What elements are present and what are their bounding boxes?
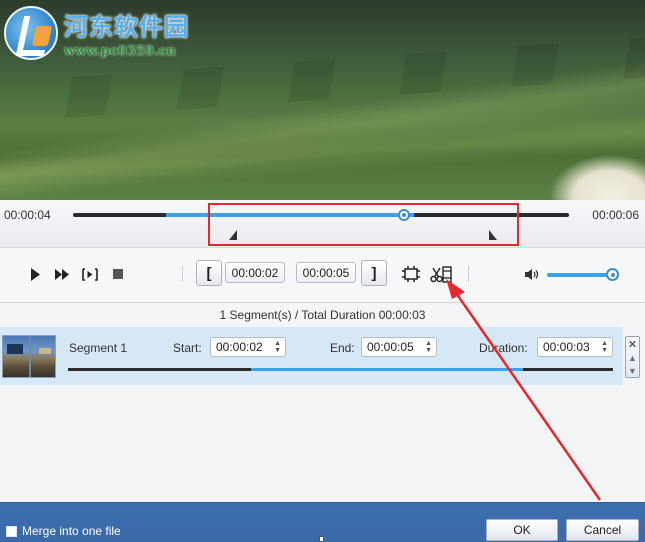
- end-label: End:: [330, 341, 355, 355]
- fast-forward-button[interactable]: [54, 264, 70, 284]
- play-button[interactable]: [28, 264, 42, 284]
- playback-controls: [ 00:00:02 00:00:05 ]: [0, 248, 645, 303]
- stop-button[interactable]: [112, 264, 124, 284]
- total-time: 00:00:06: [592, 208, 639, 222]
- set-start-button[interactable]: [: [196, 260, 222, 286]
- start-time-field[interactable]: 00:00:02: [225, 262, 285, 283]
- end-time-field[interactable]: 00:00:05: [296, 262, 356, 283]
- separator: [182, 266, 183, 282]
- spinner-arrows-icon[interactable]: ▲ ▼: [601, 340, 608, 354]
- frame-step-icon: [82, 267, 98, 281]
- watermark-title: 河东软件园: [64, 12, 189, 41]
- split-button[interactable]: [429, 264, 453, 284]
- volume-button[interactable]: [523, 264, 541, 284]
- add-segment-icon: [402, 266, 420, 282]
- segment-summary: 1 Segment(s) / Total Duration 00:00:03: [0, 303, 645, 327]
- merge-checkbox[interactable]: [6, 525, 17, 537]
- move-down-icon[interactable]: ▼: [628, 366, 637, 376]
- segment-track-selection: [251, 368, 523, 371]
- ok-button[interactable]: OK: [486, 519, 558, 541]
- timeline-bar: 00:00:04 00:00:06: [0, 200, 645, 248]
- segment-end-spinner[interactable]: 00:00:05 ▲ ▼: [361, 337, 437, 357]
- separator: [468, 266, 469, 282]
- volume-slider-track[interactable]: [547, 273, 613, 277]
- watermark: 河东软件园 www.pc0359.cn: [4, 6, 189, 60]
- window-resize-handle[interactable]: [319, 536, 324, 542]
- merge-option[interactable]: Merge into one file: [6, 524, 121, 538]
- segment-row[interactable]: Segment 1 Start: 00:00:02 ▲ ▼ End: 00:00:…: [0, 327, 623, 385]
- segment-name: Segment 1: [69, 341, 128, 355]
- volume-slider-handle[interactable]: [606, 268, 619, 281]
- start-label: Start:: [173, 341, 202, 355]
- scissors-film-icon: [430, 265, 452, 283]
- set-end-button[interactable]: ]: [361, 260, 387, 286]
- segment-duration-spinner[interactable]: 00:00:03 ▲ ▼: [537, 337, 613, 357]
- watermark-logo-icon: [4, 6, 58, 60]
- spinner-arrows-icon[interactable]: ▲ ▼: [274, 340, 281, 354]
- play-icon: [31, 267, 40, 281]
- stop-icon: [113, 269, 123, 279]
- add-segment-button[interactable]: [401, 264, 421, 284]
- highlight-box: [208, 203, 519, 246]
- watermark-url: www.pc0359.cn: [64, 44, 176, 59]
- delete-segment-icon[interactable]: ✕: [628, 338, 637, 351]
- move-up-icon[interactable]: ▲: [628, 353, 637, 363]
- current-time: 00:00:04: [4, 208, 51, 222]
- speaker-icon: [525, 268, 539, 280]
- segment-side-buttons: ✕ ▲ ▼: [625, 336, 640, 378]
- fast-forward-icon: [55, 268, 69, 280]
- video-preview: 河东软件园 www.pc0359.cn: [0, 0, 645, 200]
- duration-label: Duration:: [479, 341, 528, 355]
- spinner-arrows-icon[interactable]: ▲ ▼: [425, 340, 432, 354]
- segment-list: Segment 1 Start: 00:00:02 ▲ ▼ End: 00:00:…: [0, 327, 645, 502]
- segment-start-spinner[interactable]: 00:00:02 ▲ ▼: [210, 337, 286, 357]
- merge-label: Merge into one file: [22, 524, 121, 538]
- frame-step-button[interactable]: [81, 264, 99, 284]
- segment-thumbnail: [2, 335, 56, 378]
- cancel-button[interactable]: Cancel: [566, 519, 639, 541]
